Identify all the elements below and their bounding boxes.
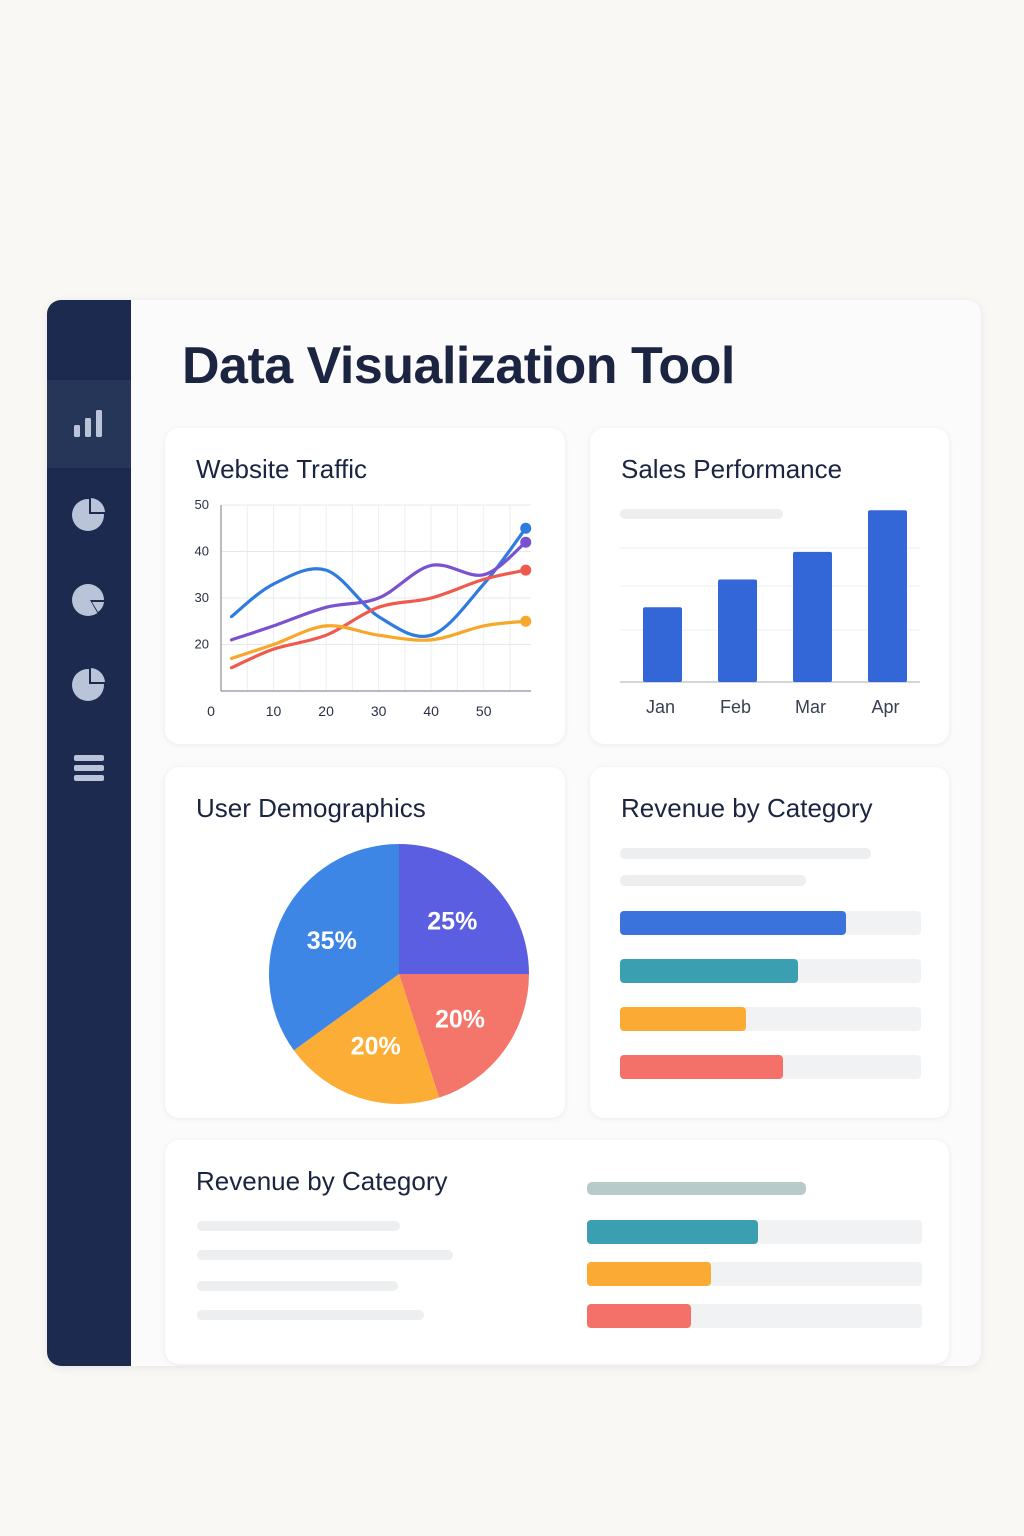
bar-fill (587, 1304, 691, 1328)
sidebar-item-menu[interactable] (47, 724, 131, 812)
x-tick-label: 10 (266, 703, 282, 719)
placeholder-line (197, 1281, 398, 1291)
bar-apr (868, 510, 907, 682)
bar-fill (620, 911, 846, 935)
bar-fill (620, 959, 798, 983)
y-tick-label: 40 (195, 544, 209, 559)
revenue-by-category-card-bottom: Revenue by Category (165, 1140, 949, 1364)
sidebar (47, 300, 131, 1366)
user-demographics-card: User Demographics 25% 20% 20% 35% (165, 767, 565, 1118)
x-tick-label: 30 (371, 703, 387, 719)
placeholder-line (197, 1310, 424, 1320)
pie-label: 25% (427, 908, 477, 936)
pie-chart-icon (72, 666, 107, 701)
x-tick-label: Jan (646, 697, 675, 717)
x-tick-label: Feb (720, 697, 751, 717)
series-end-point (520, 564, 532, 576)
menu-icon (74, 755, 104, 781)
page-title: Data Visualization Tool (182, 337, 735, 395)
pie-chart-icon (72, 584, 107, 616)
placeholder-line (620, 848, 871, 859)
placeholder-line (197, 1221, 400, 1231)
series-end-point (520, 522, 532, 534)
x-tick-label: Apr (871, 697, 899, 717)
pie-chart-icon (72, 496, 107, 531)
pie-label: 35% (307, 927, 357, 955)
placeholder-line (587, 1182, 806, 1195)
card-title: Revenue by Category (621, 793, 873, 823)
x-tick-label: 0 (207, 703, 215, 719)
placeholder-line (197, 1250, 453, 1260)
bar-chart-icon (74, 410, 102, 437)
y-tick-label: 50 (195, 497, 209, 512)
bar-jan (643, 607, 682, 682)
pie-label: 20% (435, 1005, 485, 1033)
card-title: Revenue by Category (196, 1166, 448, 1196)
x-tick-label: 50 (476, 703, 492, 719)
pie-label: 20% (351, 1033, 401, 1061)
website-traffic-card: Website Traffic 20 30 40 50 0 10 20 30 40 50 (165, 428, 565, 744)
app-window: Data Visualization Tool Website Traffic … (47, 300, 981, 1366)
y-tick-label: 30 (195, 590, 209, 605)
placeholder-line (620, 875, 806, 886)
x-tick-label: 20 (318, 703, 334, 719)
user-demographics-chart: 25% 20% 20% 35% (269, 844, 529, 1104)
sidebar-item-pie-chart-3[interactable] (47, 640, 131, 728)
bar-track (620, 1055, 921, 1079)
bar-track (620, 1007, 921, 1031)
bar-fill (587, 1262, 711, 1286)
bar-fill (587, 1220, 758, 1244)
bar-fill (620, 1007, 747, 1031)
x-tick-label: 40 (423, 703, 439, 719)
bar-feb (718, 579, 757, 682)
y-tick-label: 20 (195, 637, 209, 652)
bar-mar (793, 551, 832, 682)
series-end-point (520, 615, 532, 627)
bar-track (587, 1262, 922, 1286)
website-traffic-chart: 20 30 40 50 0 10 20 30 40 50 (195, 497, 532, 719)
bar-track (620, 959, 921, 983)
bar-track (587, 1304, 922, 1328)
bar-fill (620, 1055, 783, 1079)
x-tick-label: Mar (795, 697, 826, 717)
sidebar-item-pie-chart-1[interactable] (47, 470, 131, 558)
bar-track (620, 911, 921, 935)
bar-track (587, 1220, 922, 1244)
sidebar-item-pie-chart-2[interactable] (47, 555, 131, 643)
revenue-by-category-card: Revenue by Category (590, 767, 949, 1118)
series-end-point (520, 536, 532, 548)
sidebar-item-bar-chart[interactable] (47, 380, 131, 468)
sales-performance-card: Sales Performance Jan Feb Mar Apr (590, 428, 949, 744)
sales-performance-chart: Jan Feb Mar Apr (620, 510, 920, 717)
